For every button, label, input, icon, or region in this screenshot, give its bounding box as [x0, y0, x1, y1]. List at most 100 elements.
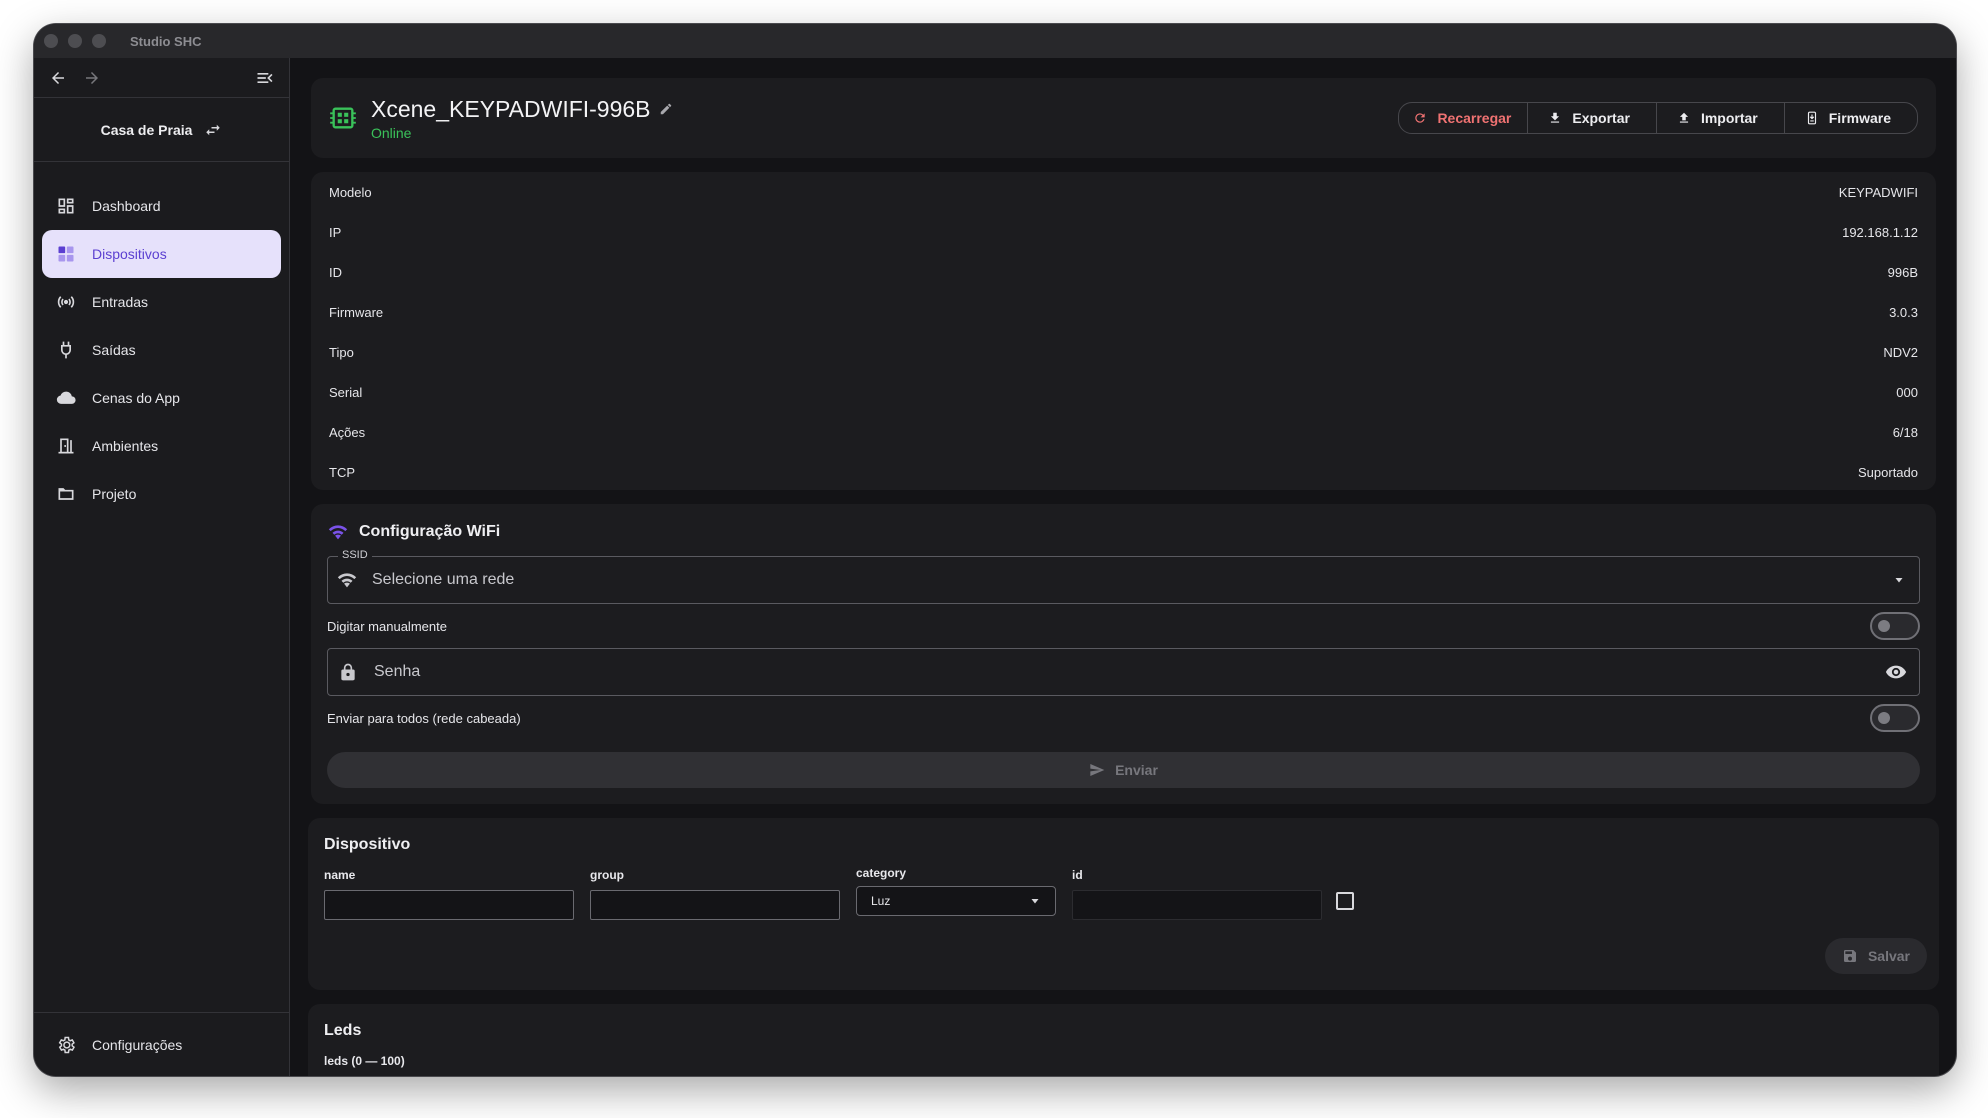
wifi-section-title: Configuração WiFi [327, 520, 1920, 544]
sidebar-item-app-scenes[interactable]: Cenas do App [42, 374, 281, 422]
info-row-serial: Serial 000 [329, 372, 1918, 412]
info-row-model: Modelo KEYPADWIFI [329, 172, 1918, 212]
name-input[interactable] [324, 890, 574, 920]
sidebar-item-label: Dashboard [92, 198, 161, 214]
caret-down-icon [1895, 578, 1903, 583]
manual-entry-label: Digitar manualmente [327, 618, 447, 634]
broadcast-icon [57, 296, 75, 308]
sidebar-item-dashboard[interactable]: Dashboard [42, 182, 281, 230]
device-board-icon [330, 107, 356, 129]
close-window-button[interactable] [44, 34, 58, 48]
ssid-select[interactable]: SSID Selecione uma rede [327, 549, 1920, 604]
ssid-legend: SSID [338, 549, 372, 561]
project-switcher[interactable]: Casa de Praia [34, 98, 289, 162]
manual-entry-toggle[interactable] [1870, 612, 1920, 640]
export-button[interactable]: Exportar [1528, 103, 1657, 133]
id-field-group: id [1072, 866, 1322, 920]
leds-title: Leds [324, 1022, 362, 1039]
sidebar-item-outputs[interactable]: Saídas [42, 326, 281, 374]
chip-update-icon [1807, 111, 1816, 125]
save-button[interactable]: Salvar [1825, 938, 1927, 974]
id-checkbox[interactable] [1336, 892, 1354, 910]
window-title: Studio SHC [130, 33, 202, 49]
sidebar-item-devices[interactable]: Dispositivos [42, 230, 281, 278]
leds-label: leds (0 — 100) [324, 1054, 405, 1068]
title-bar: Studio SHC [34, 24, 1956, 58]
password-field[interactable]: Senha [327, 648, 1920, 696]
sidebar-item-inputs[interactable]: Entradas [42, 278, 281, 326]
eye-icon[interactable] [1885, 661, 1907, 683]
info-row-type: Tipo NDV2 [329, 332, 1918, 372]
firmware-button[interactable]: Firmware [1785, 103, 1917, 133]
maximize-window-button[interactable] [92, 34, 106, 48]
send-button[interactable]: Enviar [327, 752, 1920, 788]
forward-button[interactable] [80, 66, 104, 90]
info-label: Serial [329, 384, 363, 400]
sidebar-item-project[interactable]: Projeto [42, 470, 281, 518]
group-label: group [590, 868, 624, 882]
broadcast-toggle[interactable] [1870, 704, 1920, 732]
sidebar-item-rooms[interactable]: Ambientes [42, 422, 281, 470]
group-input[interactable] [590, 890, 840, 920]
info-value: 000 [1896, 384, 1918, 400]
info-label: Modelo [329, 184, 372, 200]
door-icon [58, 438, 74, 454]
device-heading: Xcene_KEYPADWIFI-996B Online [371, 96, 673, 141]
main-content: Xcene_KEYPADWIFI-996B Online Recarregar … [291, 58, 1956, 1076]
device-header: Xcene_KEYPADWIFI-996B Online Recarregar … [311, 78, 1936, 158]
collapse-sidebar-button[interactable] [253, 66, 277, 90]
sidebar-item-label: Entradas [92, 294, 149, 310]
edit-icon[interactable] [659, 102, 673, 116]
info-value: 3.0.3 [1889, 304, 1918, 320]
sidebar: Casa de Praia Dashboard Dispositivos Ent… [34, 58, 290, 1076]
info-label: Ações [329, 424, 366, 440]
window-controls [44, 34, 106, 48]
upload-icon [1679, 112, 1689, 123]
app-window: Studio SHC Casa de Praia Dashboard Dispo… [34, 24, 1956, 1076]
id-input[interactable] [1072, 890, 1322, 920]
devices-icon [58, 246, 74, 262]
info-label: IP [329, 224, 342, 240]
wifi-title-text: Configuração WiFi [359, 523, 501, 540]
info-value: KEYPADWIFI [1838, 184, 1918, 200]
arrow-left-icon [52, 71, 64, 84]
device-title: Xcene_KEYPADWIFI-996B [371, 96, 673, 123]
device-actions: Recarregar Exportar Importar Firmware [1398, 102, 1918, 134]
broadcast-label: Enviar para todos (rede cabeada) [327, 710, 521, 726]
dashboard-icon [58, 198, 74, 214]
minimize-window-button[interactable] [68, 34, 82, 48]
info-row-tcp: TCP Suportado [329, 452, 1918, 492]
arrow-right-icon [86, 71, 98, 84]
info-label: TCP [329, 464, 355, 480]
cloud-icon [56, 391, 76, 404]
wifi-icon [328, 525, 348, 540]
info-row-ip: IP 192.168.1.12 [329, 212, 1918, 252]
caret-down-icon [1031, 899, 1039, 904]
project-name: Casa de Praia [100, 121, 193, 138]
leds-section: Leds leds (0 — 100) [308, 1004, 1939, 1076]
export-label: Exportar [1572, 110, 1630, 126]
sidebar-item-label: Dispositivos [92, 246, 167, 262]
nav-bar [34, 58, 289, 98]
category-field-group: category Luz [856, 864, 1056, 916]
sidebar-item-settings[interactable]: Configurações [34, 1012, 289, 1076]
broadcast-row: Enviar para todos (rede cabeada) [327, 696, 1920, 740]
category-select[interactable]: Luz [856, 886, 1056, 916]
swap-icon [206, 124, 221, 135]
refresh-icon [1415, 113, 1426, 123]
info-value: 192.168.1.12 [1842, 224, 1918, 240]
import-button[interactable]: Importar [1657, 103, 1785, 133]
password-placeholder: Senha [374, 663, 421, 680]
device-info: Modelo KEYPADWIFI IP 192.168.1.12 ID 996B F… [311, 172, 1936, 490]
info-row-firmware: Firmware 3.0.3 [329, 292, 1918, 332]
category-value: Luz [871, 894, 891, 908]
info-row-actions: Ações 6/18 [329, 412, 1918, 452]
device-status: Online [371, 124, 412, 141]
reload-button[interactable]: Recarregar [1399, 103, 1529, 133]
info-value: NDV2 [1883, 344, 1918, 360]
back-button[interactable] [46, 66, 70, 90]
settings-label: Configurações [92, 1036, 183, 1053]
device-name: Xcene_KEYPADWIFI-996B [371, 95, 651, 122]
info-value: 996B [1887, 264, 1918, 280]
category-label: category [856, 866, 907, 880]
